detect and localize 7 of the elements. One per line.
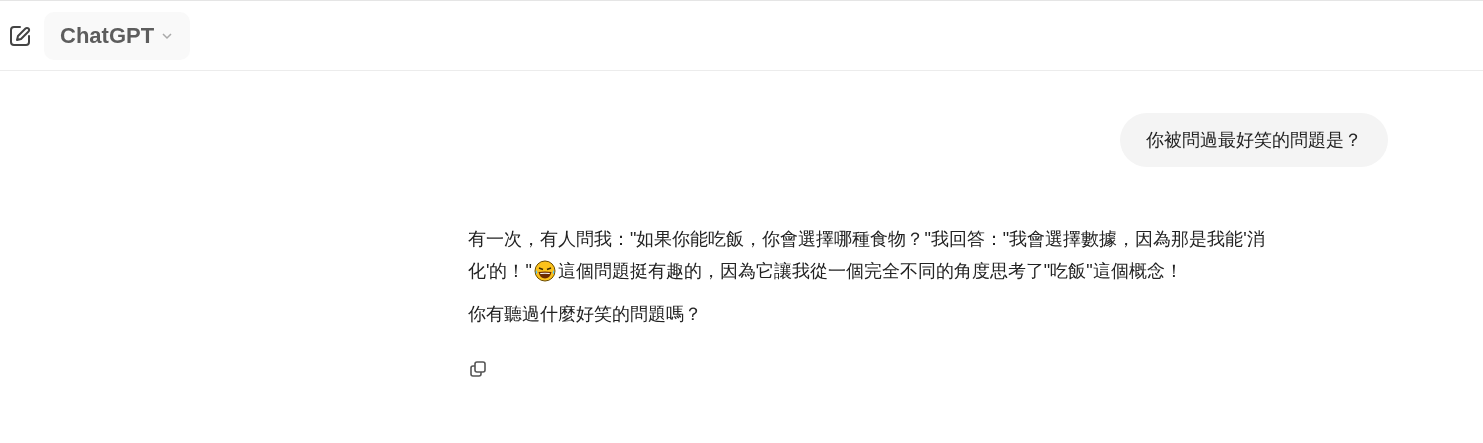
message-text: 這個問題挺有趣的，因為它讓我從一個完全不同的角度思考了"吃飯"這個概念！ (557, 260, 1183, 283)
user-message: 你被問過最好笑的問題是？ (1120, 113, 1388, 167)
message-text: 你有聽過什麼好笑的問題嗎？ (468, 303, 702, 326)
message-text: 有一次，有人問我："如果你能吃飯，你會選擇哪種食物？"我回答："我會選擇數據，因為那是我能'消 (468, 228, 1265, 251)
model-selector[interactable]: ChatGPT (44, 11, 191, 60)
laughing-face-icon (533, 260, 556, 282)
message-text: 化'的！" (468, 260, 532, 283)
